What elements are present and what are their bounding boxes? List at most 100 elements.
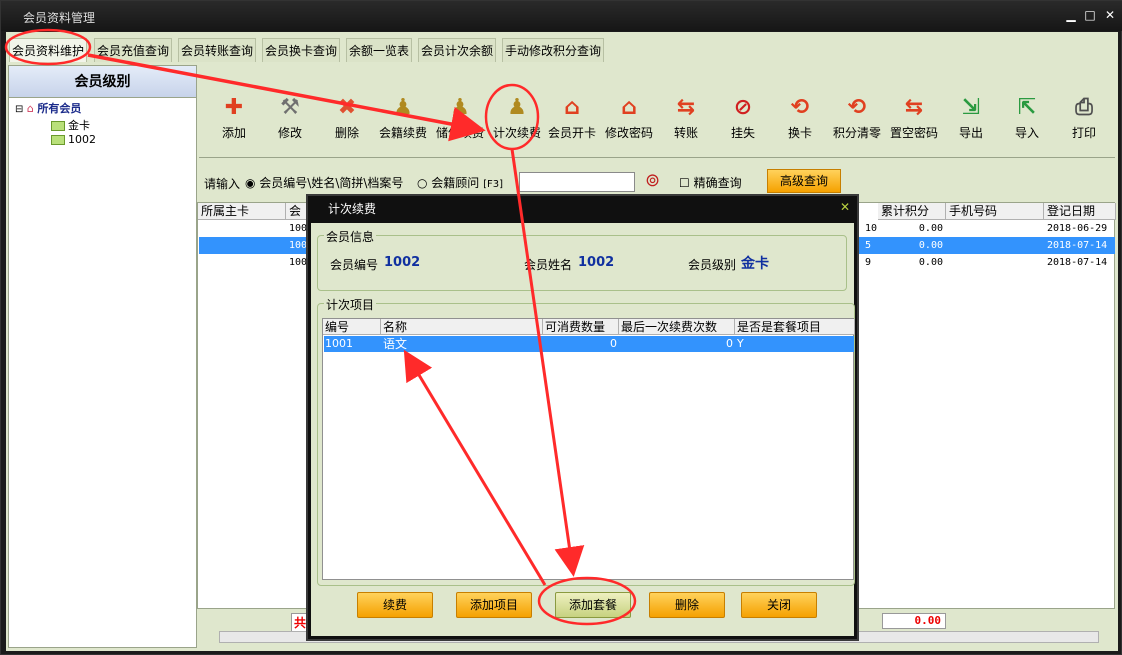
tool-house-6[interactable]: ⌂ 会员开卡 [544, 95, 600, 141]
tool-swap-11[interactable]: ⟲ 积分清零 [829, 95, 885, 141]
col-item-name[interactable]: 名称 [381, 319, 543, 335]
item-code: 1001 [325, 337, 353, 350]
col-item-combo[interactable]: 是否是套餐项目 [735, 319, 855, 335]
add-package-button[interactable]: 添加套餐 [555, 592, 631, 618]
delete-x-icon: ✖ [337, 95, 357, 120]
tool-transfer-8[interactable]: ⇆ 转账 [658, 95, 714, 141]
tool-wrench-1[interactable]: ⚒ 修改 [262, 95, 318, 141]
tab-recharge-query[interactable]: 会员充值查询 [94, 38, 173, 62]
plus-icon: ✚ [224, 95, 244, 120]
search-input[interactable] [519, 172, 635, 192]
tab-count-balance[interactable]: 会员计次余额 [418, 38, 497, 62]
tool-delete-x-2[interactable]: ✖ 删除 [319, 95, 375, 141]
tab-balance-list[interactable]: 余额一览表 [346, 38, 413, 62]
member-level-value: 金卡 [741, 256, 769, 272]
pawn-icon: ♟ [450, 95, 470, 120]
cell-date: 2018-07-14 [1047, 240, 1108, 251]
transfer-icon: ⇆ [676, 95, 696, 120]
item-combo: Y [737, 337, 744, 350]
total-points: 0.00 [882, 613, 946, 629]
tool-pawn-5[interactable]: ♟ 计次续费 [489, 95, 545, 141]
tool-printer-15[interactable]: ⎙ 打印 [1056, 95, 1112, 141]
tree-root[interactable]: ⊟ ⌂ 所有会员 [15, 100, 81, 116]
col-date[interactable]: 登记日期 [1044, 203, 1116, 220]
count-items-label: 计次项目 [324, 296, 377, 313]
close-icon[interactable]: ✕ [1102, 7, 1118, 23]
maximize-icon[interactable]: □ [1082, 7, 1098, 23]
delete-button[interactable]: 删除 [649, 592, 725, 618]
tool-label: 会员开卡 [547, 126, 596, 140]
tab-strip: 会员资料维护 会员充值查询 会员转账查询 会员换卡查询 余额一览表 会员计次余额… [6, 36, 1118, 62]
tool-forbidden-9[interactable]: ⊘ 挂失 [715, 95, 771, 141]
renew-button[interactable]: 续费 [357, 592, 433, 618]
folder-icon [51, 135, 65, 145]
wrench-icon: ⚒ [280, 95, 300, 120]
tab-card-change-query[interactable]: 会员换卡查询 [262, 38, 341, 62]
tool-label: 打印 [1071, 126, 1096, 140]
cell-points: 0.00 [918, 223, 943, 234]
cell-count: 9 [865, 257, 872, 268]
advanced-query-button[interactable]: 高级查询 [767, 169, 841, 193]
tab-member-maintain[interactable]: 会员资料维护 [9, 38, 88, 62]
tree-item-1002[interactable]: 1002 [51, 133, 96, 146]
item-qty: 0 [610, 337, 617, 350]
col-phone[interactable]: 手机号码 [946, 203, 1044, 220]
cell-points: 0.00 [918, 257, 943, 268]
col-main-card[interactable]: 所属主卡 [198, 203, 286, 220]
house-icon: ⌂ [621, 95, 637, 120]
close-button[interactable]: 关闭 [741, 592, 817, 618]
member-name-label: 会员姓名 [524, 258, 573, 272]
house-icon: ⌂ [564, 95, 580, 120]
search-prompt: 请输入 [204, 177, 241, 191]
col-item-code[interactable]: 编号 [323, 319, 381, 335]
tool-plus-0[interactable]: ✚ 添加 [206, 95, 262, 141]
cell-date: 2018-06-29 [1047, 223, 1108, 234]
member-level-panel: 会员级别 ⊟ ⌂ 所有会员 金卡 1002 [8, 65, 197, 648]
item-last: 0 [726, 337, 733, 350]
minimize-icon[interactable]: ▁ [1063, 7, 1079, 23]
radio-advisor-label: 会籍顾问 [431, 176, 480, 190]
member-name-value: 1002 [578, 255, 615, 270]
folder-icon [51, 121, 65, 131]
col-points[interactable]: 累计积分 [878, 203, 946, 220]
cell-points: 0.00 [918, 240, 943, 251]
dialog-close-icon[interactable]: ✕ [840, 200, 850, 214]
tool-pawn-3[interactable]: ♟ 会籍续费 [375, 95, 431, 141]
tab-manual-points-query[interactable]: 手动修改积分查询 [502, 38, 605, 62]
count-items-group: 计次项目 编号 名称 可消费数量 最后一次续费次数 是否是套餐项目 1001 语… [317, 296, 855, 586]
tab-transfer-query[interactable]: 会员转账查询 [178, 38, 257, 62]
radio-advisor[interactable]: ○ 会籍顾问 [F3] [417, 174, 503, 191]
cell-phone [946, 237, 1044, 254]
tool-label: 删除 [334, 126, 359, 140]
tool-export-13[interactable]: ⇲ 导出 [943, 95, 999, 141]
swap-icon: ⟲ [790, 95, 810, 120]
col-item-last[interactable]: 最后一次续费次数 [619, 319, 735, 335]
dialog-title: 计次续费 [328, 202, 377, 216]
tree-item-label: 金卡 [68, 119, 90, 132]
tool-label: 修改密码 [604, 126, 653, 140]
exact-query-checkbox[interactable]: ☐ 精确查询 [679, 174, 742, 191]
radio-member-no[interactable]: ◉ 会员编号\姓名\简拼\档案号 [245, 174, 403, 191]
search-icon[interactable]: ⊚ [645, 170, 660, 191]
forbidden-icon: ⊘ [733, 95, 753, 120]
tool-transfer-12[interactable]: ⇆ 置空密码 [886, 95, 942, 141]
tool-label: 添加 [221, 126, 246, 140]
tool-label: 导入 [1014, 126, 1039, 140]
add-item-button[interactable]: 添加项目 [456, 592, 532, 618]
tool-house-7[interactable]: ⌂ 修改密码 [601, 95, 657, 141]
cell-phone [946, 254, 1044, 271]
member-info-group: 会员信息 会员编号 1002 会员姓名 1002 会员级别 金卡 [317, 228, 847, 291]
tool-label: 导出 [958, 126, 983, 140]
import-icon: ⇱ [1017, 95, 1037, 120]
tool-label: 储值续费 [435, 126, 484, 140]
tool-pawn-4[interactable]: ♟ 储值续费 [432, 95, 488, 141]
tool-swap-10[interactable]: ⟲ 换卡 [772, 95, 828, 141]
col-item-qty[interactable]: 可消费数量 [543, 319, 619, 335]
dialog-body: 会员信息 会员编号 1002 会员姓名 1002 会员级别 金卡 计次项目 编号… [311, 223, 855, 636]
tree-item-gold[interactable]: 金卡 [51, 117, 90, 133]
radio-member-no-label: 会员编号\姓名\简拼\档案号 [259, 176, 404, 190]
item-name: 语文 [383, 337, 408, 351]
level-panel-title: 会员级别 [9, 66, 196, 98]
tool-import-14[interactable]: ⇱ 导入 [999, 95, 1055, 141]
toolbar: ✚ 添加 ⚒ 修改 ✖ 删除 ♟ 会籍续费 ♟ 储值续费 ♟ 计次续费 ⌂ 会员开卡 ⌂ 修改密码 ⇆ 转账 ⊘ 挂失… [199, 65, 1115, 158]
